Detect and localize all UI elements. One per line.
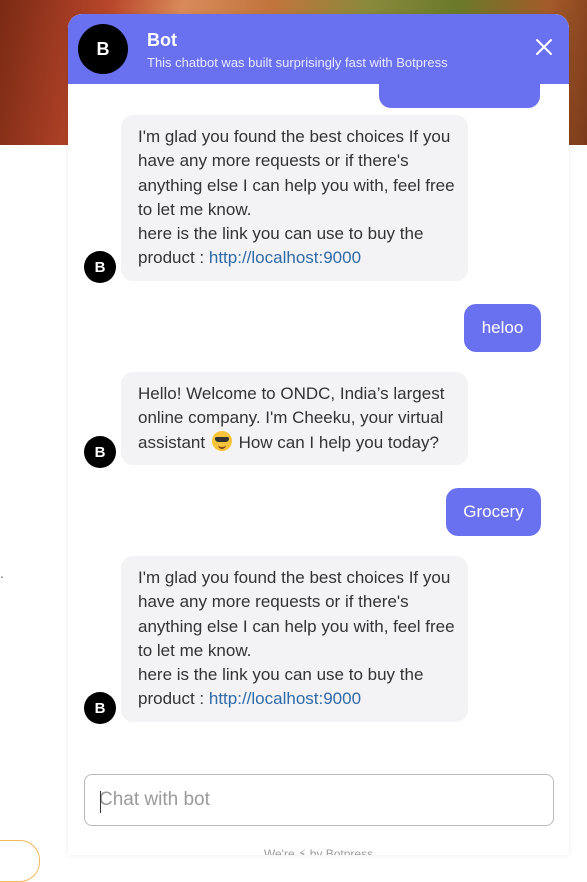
message-line: assistant How can I help you today? (138, 430, 451, 455)
message-line: product : http://localhost:9000 (138, 246, 451, 270)
product-link[interactable]: http://localhost:9000 (209, 689, 361, 708)
message-line: I'm glad you found the best choices If y… (138, 568, 451, 587)
message-text: assistant (138, 432, 206, 452)
message-line: to let me know. (138, 640, 252, 660)
text-caret (100, 791, 101, 813)
powered-by-footer: We're ⚡ by Botpress (263, 847, 374, 855)
message-line: here is the link you can use to buy the (138, 665, 424, 685)
bot-message-avatar: B (84, 251, 116, 283)
message-line: online company. I'm Cheeku, your virtual (138, 408, 444, 428)
message-text: How can I help you today? (238, 432, 439, 452)
message-line: product : http://localhost:9000 (138, 687, 451, 711)
message-line: to let me know. (138, 199, 252, 219)
user-message: Grocery (446, 488, 541, 536)
sunglasses-emoji-icon (211, 430, 232, 451)
chat-header: B Bot This chatbot was built surprisingl… (68, 14, 569, 84)
user-message (379, 84, 540, 108)
message-line: I'm glad you found the best choices If y… (138, 127, 451, 146)
message-line: anything else I can help you with, feel … (138, 175, 455, 195)
bot-message: Hello! Welcome to ONDC, India’s largest … (121, 372, 468, 465)
user-message: heloo (464, 304, 541, 352)
background-text-fragment: . (0, 565, 4, 581)
message-line: Hello! Welcome to ONDC, India’s largest (138, 384, 445, 403)
chat-input-container (84, 774, 554, 826)
link-prefix: product : (138, 689, 209, 709)
bot-message: I'm glad you found the best choices If y… (121, 115, 468, 281)
link-prefix: product : (138, 248, 209, 268)
message-line: have any more requests or if there's (138, 151, 409, 171)
message-list: I'm glad you found the best choices If y… (68, 84, 569, 764)
message-line: have any more requests or if there's (138, 592, 409, 612)
message-line: anything else I can help you with, feel … (138, 616, 455, 636)
bot-name: Bot (147, 30, 177, 50)
bot-message: I'm glad you found the best choices If y… (121, 556, 468, 722)
chat-input[interactable] (85, 775, 553, 825)
chat-widget: B Bot This chatbot was built surprisingl… (68, 14, 569, 855)
bot-description: This chatbot was built surprisingly fast… (147, 55, 448, 70)
bot-message-avatar: B (84, 692, 116, 724)
message-line: here is the link you can use to buy the (138, 224, 424, 244)
background-button[interactable] (0, 840, 40, 882)
bot-message-avatar: B (84, 436, 116, 468)
product-link[interactable]: http://localhost:9000 (209, 248, 361, 267)
bot-avatar: B (78, 24, 128, 74)
close-icon[interactable] (533, 36, 555, 58)
